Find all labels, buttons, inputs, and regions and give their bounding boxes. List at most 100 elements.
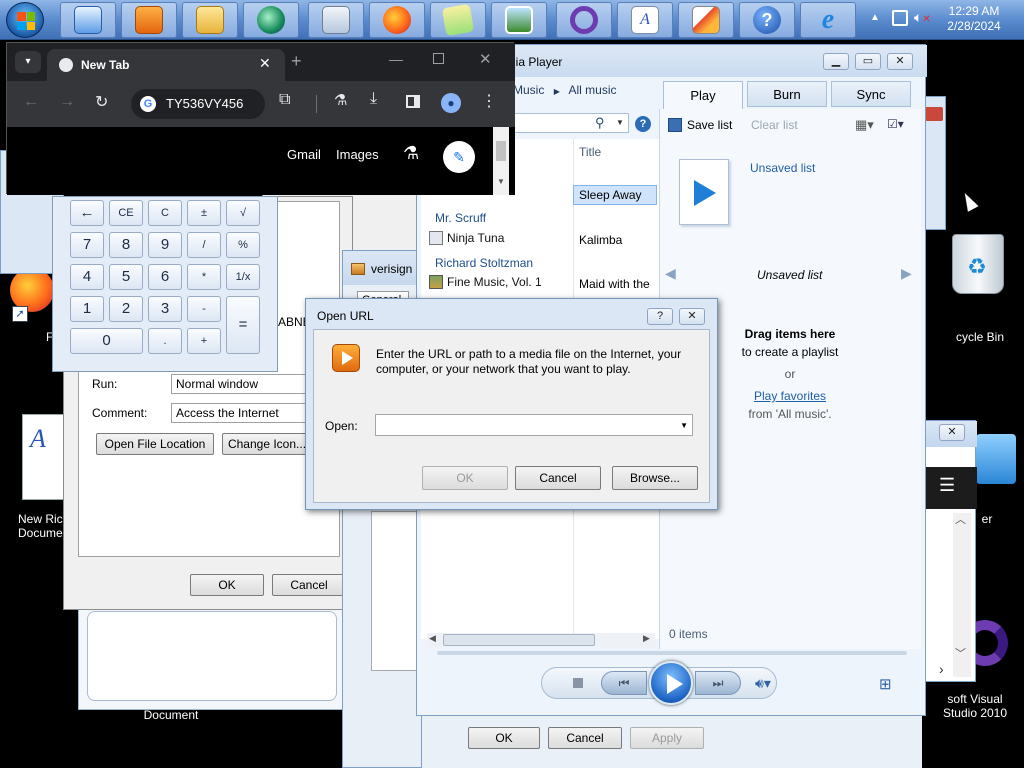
album-row-fine-music[interactable]: Fine Music, Vol. 1 xyxy=(427,273,573,293)
song-row-sleep-away[interactable]: Sleep Away xyxy=(573,185,657,205)
search-icon[interactable]: ⚲ xyxy=(595,115,605,131)
save-list-icon[interactable] xyxy=(668,118,682,132)
calc-key-backspace[interactable]: ← xyxy=(70,200,104,226)
calc-key-sqrt[interactable]: √ xyxy=(226,200,260,226)
column-title[interactable]: Title xyxy=(579,145,601,159)
menu-icon[interactable]: ☰ xyxy=(939,475,955,496)
calc-key-0[interactable]: 0 xyxy=(70,328,143,354)
tab-burn[interactable]: Burn xyxy=(747,81,827,107)
forward-icon[interactable]: → xyxy=(59,93,75,111)
network-icon[interactable] xyxy=(892,10,908,26)
calc-key-divide[interactable]: / xyxy=(187,232,221,258)
close-button[interactable]: ✕ xyxy=(679,308,705,325)
verisign-cancel-button[interactable]: Cancel xyxy=(548,727,622,749)
close-button[interactable]: ✕ xyxy=(939,424,965,441)
calc-key-equals[interactable]: = xyxy=(226,296,260,354)
cancel-button[interactable]: Cancel xyxy=(515,466,601,490)
taskbar-edge-dev[interactable] xyxy=(243,2,299,38)
tab-sync[interactable]: Sync xyxy=(831,81,911,107)
help-button[interactable]: ? xyxy=(647,308,673,325)
next-list-arrow-icon[interactable]: ▶ xyxy=(901,265,912,282)
taskbar-media-player[interactable] xyxy=(121,2,177,38)
taskbar-control-panel[interactable] xyxy=(60,2,116,38)
ok-button[interactable]: OK xyxy=(190,574,264,596)
calc-key-4[interactable]: 4 xyxy=(70,264,104,290)
maximize-button[interactable]: ▭ xyxy=(855,53,881,70)
clear-list-button[interactable]: Clear list xyxy=(751,118,798,132)
menu-kebab-icon[interactable]: ⋮ xyxy=(481,91,497,111)
calc-key-6[interactable]: 6 xyxy=(148,264,182,290)
unsaved-list-link[interactable]: Unsaved list xyxy=(750,161,815,175)
cancel-button[interactable]: Cancel xyxy=(272,574,346,596)
close-button-red[interactable] xyxy=(925,107,943,121)
stop-icon[interactable] xyxy=(573,678,583,688)
maximize-icon[interactable] xyxy=(433,53,444,64)
tab-new-tab[interactable]: New Tab ✕ xyxy=(47,49,285,81)
side-panel-icon[interactable] xyxy=(406,95,420,108)
scroll-down-icon[interactable]: ﹀ xyxy=(955,645,966,661)
taskbar-internet-explorer[interactable]: e xyxy=(800,2,856,38)
breadcrumb-all-music[interactable]: All music xyxy=(569,83,617,97)
minimize-button[interactable]: ▁ xyxy=(823,53,849,70)
close-icon[interactable]: ✕ xyxy=(479,50,492,68)
labs-icon[interactable]: ⚗ xyxy=(334,91,347,109)
scroll-down-icon[interactable]: ▼ xyxy=(497,177,505,186)
chevron-down-icon[interactable]: ▼ xyxy=(680,421,688,430)
gmail-link[interactable]: Gmail xyxy=(287,147,321,162)
labs-icon[interactable]: ⚗ xyxy=(403,143,419,164)
browse-button[interactable]: Browse... xyxy=(612,466,698,490)
library-hscroll[interactable]: ◀ ▶ xyxy=(427,633,655,647)
open-url-combobox[interactable]: ▼ xyxy=(375,414,693,436)
images-link[interactable]: Images xyxy=(336,147,379,162)
scroll-thumb[interactable] xyxy=(496,141,506,161)
calc-key-8[interactable]: 8 xyxy=(109,232,143,258)
taskbar-paint[interactable] xyxy=(678,2,734,38)
scrollbar[interactable]: ▼ xyxy=(493,127,509,195)
taskbar-wordpad[interactable]: A xyxy=(617,2,673,38)
extensions-icon[interactable]: ⧉ xyxy=(279,91,290,109)
address-bar[interactable]: G TY536VY456 xyxy=(131,89,265,119)
calc-key-5[interactable]: 5 xyxy=(109,264,143,290)
taskbar-calculator[interactable] xyxy=(308,2,364,38)
previous-button[interactable]: ⏮ xyxy=(601,671,647,695)
calc-key-plus[interactable]: + xyxy=(187,328,221,354)
breadcrumb-music[interactable]: Music xyxy=(513,83,544,97)
calc-key-minus[interactable]: - xyxy=(187,296,221,322)
tab-play[interactable]: Play xyxy=(663,81,743,109)
scroll-right-icon[interactable]: › xyxy=(939,661,944,677)
start-button[interactable] xyxy=(6,2,44,38)
calc-key-multiply[interactable]: * xyxy=(187,264,221,290)
open-file-location-button[interactable]: Open File Location xyxy=(96,433,214,455)
show-hidden-icons-icon[interactable]: ▲ xyxy=(870,12,880,23)
profile-avatar[interactable]: ● xyxy=(441,93,461,113)
seek-bar[interactable] xyxy=(437,651,907,655)
help-icon[interactable]: ? xyxy=(635,116,651,132)
album-row-ninja-tuna[interactable]: Ninja Tuna xyxy=(427,229,573,249)
customize-chrome-button[interactable]: ✎ xyxy=(443,141,475,173)
calc-key-percent[interactable]: % xyxy=(226,232,260,258)
calc-key-decimal[interactable]: . xyxy=(148,328,182,354)
song-title-kalimba[interactable]: Kalimba xyxy=(579,233,622,247)
volume-icon[interactable]: 🔊︎▾ xyxy=(755,675,771,692)
minimize-icon[interactable]: — xyxy=(389,51,403,67)
calc-key-1[interactable]: 1 xyxy=(70,296,104,322)
calc-key-reciprocal[interactable]: 1/x xyxy=(226,264,260,290)
desktop-recycle-bin[interactable]: ♻ cycle Bin xyxy=(942,230,1018,346)
list-options-icon[interactable]: ▦▾ xyxy=(855,117,874,133)
reload-icon[interactable]: ↻ xyxy=(95,92,108,112)
calc-key-c[interactable]: C xyxy=(148,200,182,226)
calc-key-3[interactable]: 3 xyxy=(148,296,182,322)
tab-search-button[interactable]: ▾ xyxy=(15,51,41,73)
run-select[interactable]: Normal window xyxy=(171,374,311,394)
clock[interactable]: 12:29 AM 2/28/2024 xyxy=(934,4,1014,34)
prev-list-arrow-icon[interactable]: ◀ xyxy=(665,265,676,282)
change-icon-button[interactable]: Change Icon... xyxy=(222,433,312,455)
download-icon[interactable]: ⤓ xyxy=(370,90,377,108)
calc-key-7[interactable]: 7 xyxy=(70,232,104,258)
scroll-left-icon[interactable]: ◀ xyxy=(429,633,436,644)
taskbar-help[interactable]: ? xyxy=(739,2,795,38)
calc-key-2[interactable]: 2 xyxy=(109,296,143,322)
close-button[interactable]: ✕ xyxy=(887,53,913,70)
taskbar-file-explorer[interactable] xyxy=(182,2,238,38)
taskbar-photos[interactable] xyxy=(491,2,547,38)
